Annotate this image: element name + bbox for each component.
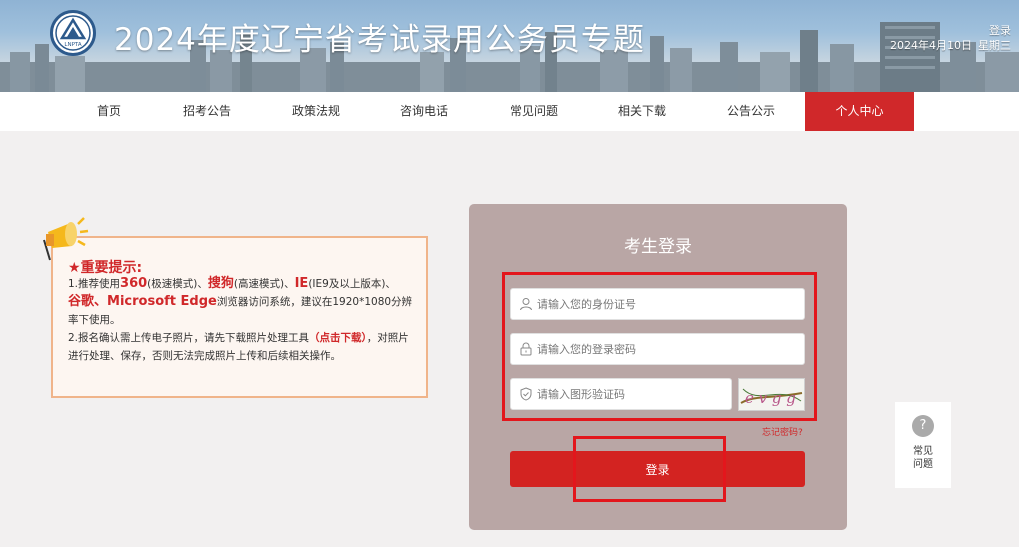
nav-item-public-notices[interactable]: 公告公示 <box>719 92 783 131</box>
header-login-link[interactable]: 登录 <box>989 22 1011 38</box>
faq-label: 常见 问题 <box>913 446 933 470</box>
password-field[interactable] <box>510 333 805 365</box>
date-value: 2024年4月10日 <box>890 39 972 52</box>
header-banner: LNPTA 2024年度辽宁省考试录用公务员专题 登录 2024年4月10日 星期… <box>0 0 1019 92</box>
shield-check-icon <box>520 387 532 401</box>
main-nav: 首页 招考公告 政策法规 咨询电话 常见问题 相关下载 公告公示 个人中心 <box>0 92 1019 131</box>
forgot-password-link[interactable]: 忘记密码? <box>762 425 803 438</box>
notice-body: 1.推荐使用360(极速模式)、搜狗(高速模式)、IE(IE9及以上版本)、 谷… <box>68 276 413 362</box>
browser-ie: IE <box>294 276 309 291</box>
svg-text:e v g g: e v g g <box>745 389 796 407</box>
lnpta-logo: LNPTA <box>50 10 96 56</box>
nav-item-faq[interactable]: 常见问题 <box>502 92 566 131</box>
id-number-input[interactable] <box>537 289 797 319</box>
nav-item-downloads[interactable]: 相关下载 <box>610 92 674 131</box>
question-icon: ? <box>912 415 934 437</box>
nav-item-hotline[interactable]: 咨询电话 <box>392 92 456 131</box>
nav-item-personal-center[interactable]: 个人中心 <box>805 92 914 131</box>
site-title: 2024年度辽宁省考试录用公务员专题 <box>114 22 645 58</box>
captcha-image[interactable]: e v g g <box>738 378 805 411</box>
nav-item-policies[interactable]: 政策法规 <box>284 92 348 131</box>
nav-item-home[interactable]: 首页 <box>79 92 139 131</box>
notice-title: ★重要提示: <box>68 260 143 276</box>
download-tool-link[interactable]: （点击下载） <box>309 332 367 344</box>
browser-chrome: 谷歌 <box>68 294 95 309</box>
weekday-value: 星期三 <box>978 39 1011 52</box>
login-submit-button[interactable]: 登录 <box>510 451 805 487</box>
browser-edge: Microsoft Edge <box>107 294 217 309</box>
faq-float-button[interactable]: ? 常见 问题 <box>895 402 951 488</box>
id-number-field[interactable] <box>510 288 805 320</box>
user-icon <box>520 298 532 311</box>
captcha-input[interactable] <box>537 379 727 409</box>
lock-icon <box>520 342 532 356</box>
nav-item-announcements[interactable]: 招考公告 <box>175 92 239 131</box>
svg-text:LNPTA: LNPTA <box>64 42 81 48</box>
login-heading: 考生登录 <box>624 237 692 257</box>
password-input[interactable] <box>537 334 797 364</box>
current-date: 2024年4月10日 星期三 <box>890 37 1011 53</box>
browser-sogou: 搜狗 <box>207 276 234 291</box>
captcha-field[interactable] <box>510 378 732 410</box>
browser-360: 360 <box>120 276 148 291</box>
